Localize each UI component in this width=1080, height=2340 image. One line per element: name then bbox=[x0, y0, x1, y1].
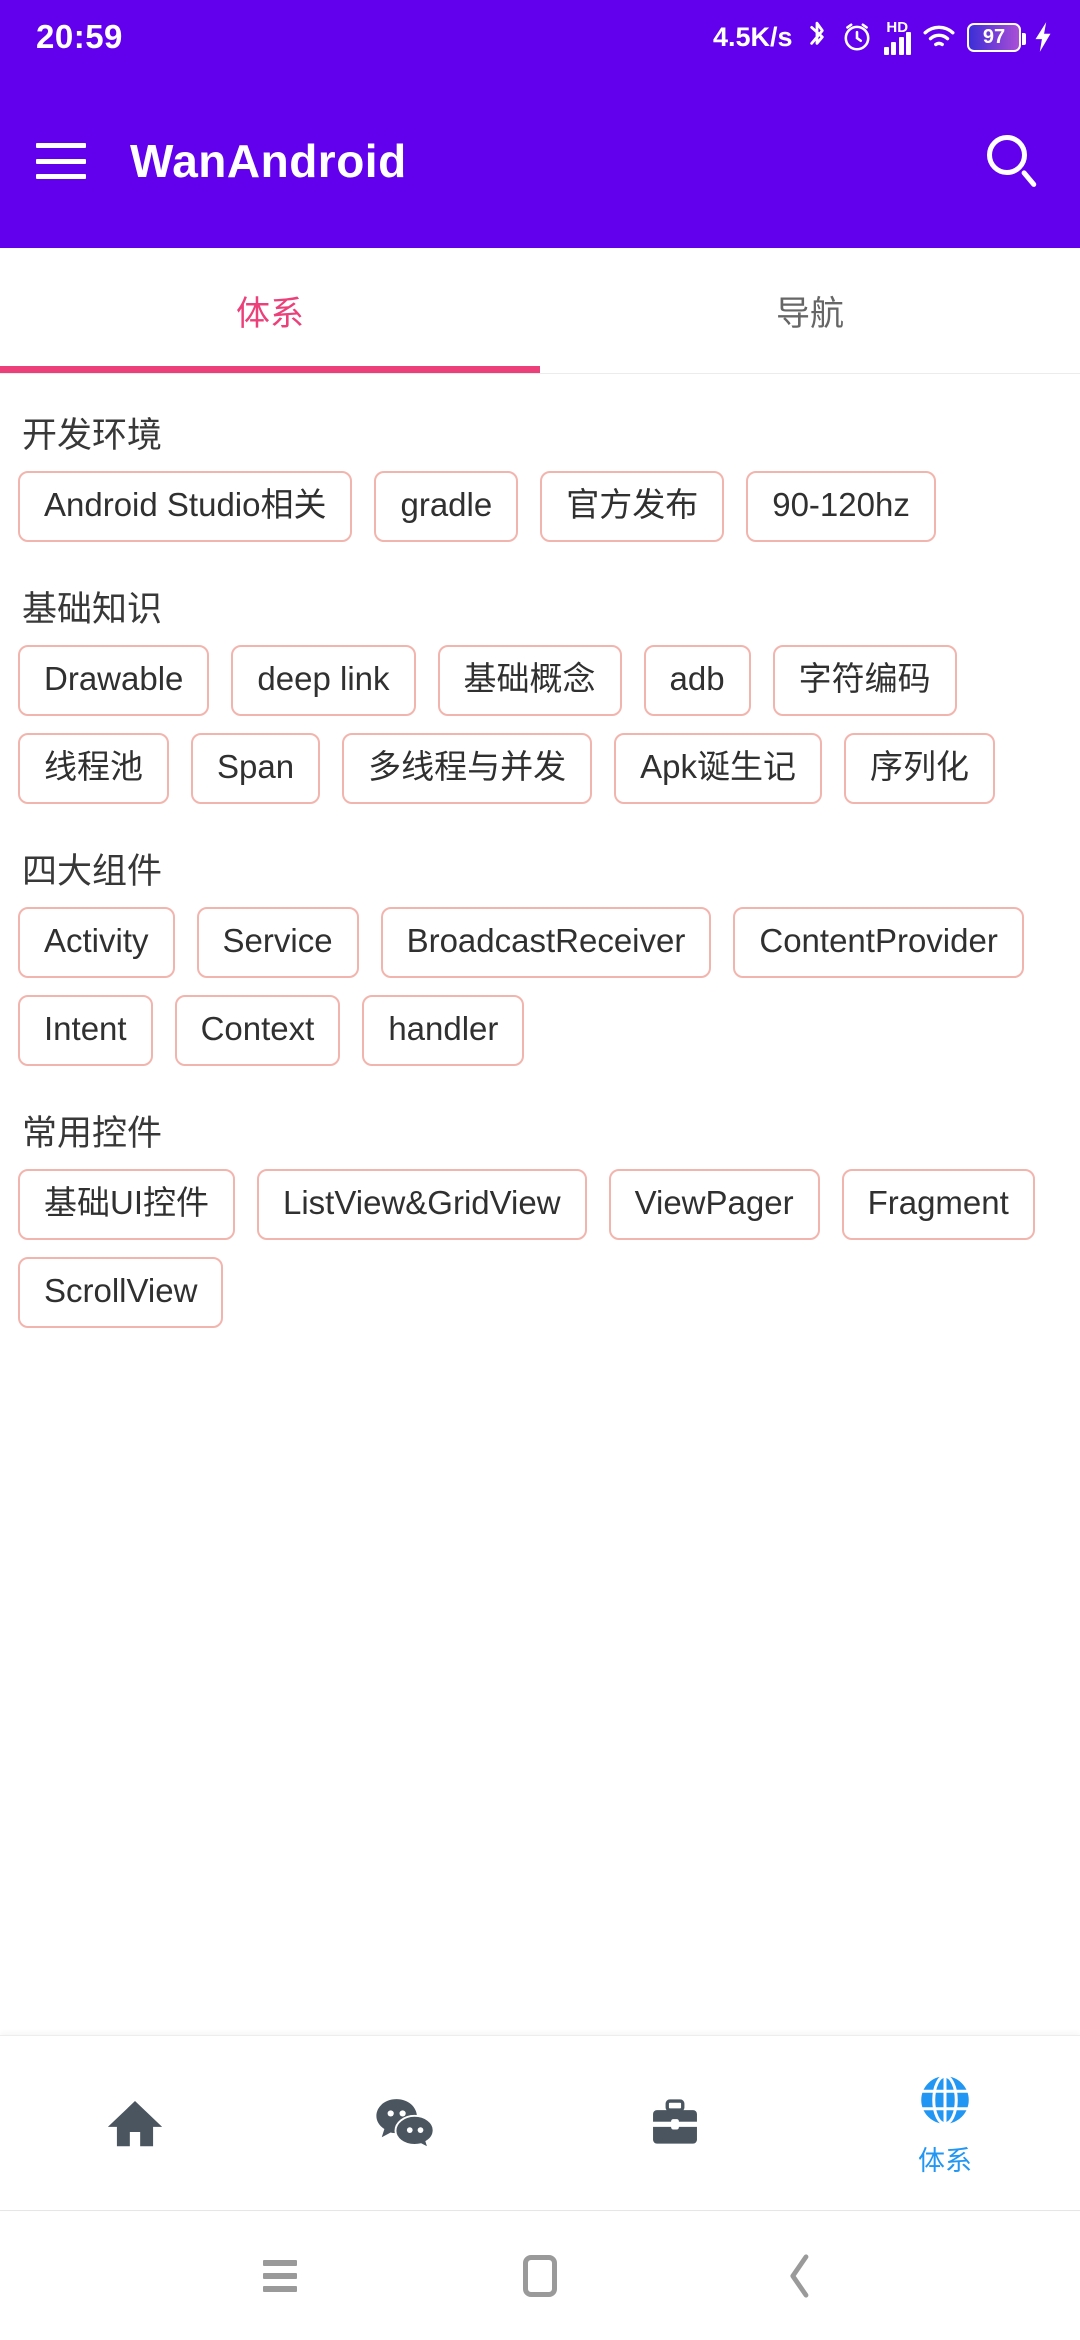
chip-item[interactable]: ScrollView bbox=[18, 1257, 223, 1328]
chip-group: 基础UI控件 ListView&GridView ViewPager Fragm… bbox=[18, 1169, 1062, 1328]
chip-item[interactable]: Drawable bbox=[18, 645, 209, 716]
globe-icon bbox=[914, 2069, 976, 2131]
tab-navigation[interactable]: 导航 bbox=[540, 248, 1080, 373]
recents-icon[interactable] bbox=[250, 2246, 310, 2306]
chip-item[interactable]: Intent bbox=[18, 995, 153, 1066]
chip-item[interactable]: 序列化 bbox=[844, 733, 995, 804]
chip-item[interactable]: Span bbox=[191, 733, 320, 804]
network-speed-text: 4.5K/s bbox=[713, 22, 793, 53]
nav-item-chat[interactable] bbox=[270, 2092, 540, 2154]
nav-item-label: 体系 bbox=[918, 2139, 972, 2178]
app-bar: WanAndroid bbox=[0, 74, 1080, 248]
page-title: WanAndroid bbox=[130, 134, 407, 188]
content-scroll-area[interactable]: 开发环境 Android Studio相关 gradle 官方发布 90-120… bbox=[0, 374, 1080, 2035]
chip-item[interactable]: ListView&GridView bbox=[257, 1169, 587, 1240]
hd-signal-icon: HD bbox=[884, 20, 912, 55]
chip-item[interactable]: gradle bbox=[374, 471, 518, 542]
chip-item[interactable]: 线程池 bbox=[18, 733, 169, 804]
chip-item[interactable]: Service bbox=[197, 907, 359, 978]
system-navigation-bar bbox=[0, 2210, 1080, 2340]
chip-item[interactable]: Android Studio相关 bbox=[18, 471, 352, 542]
chat-bubbles-icon bbox=[374, 2092, 436, 2154]
nav-item-system[interactable]: 体系 bbox=[810, 2069, 1080, 2178]
chip-item[interactable]: Context bbox=[175, 995, 341, 1066]
chip-item[interactable]: Activity bbox=[18, 907, 175, 978]
tab-system[interactable]: 体系 bbox=[0, 248, 540, 373]
nav-item-home[interactable] bbox=[0, 2092, 270, 2154]
bottom-navigation-bar: 体系 bbox=[0, 2035, 1080, 2210]
chip-item[interactable]: handler bbox=[362, 995, 524, 1066]
home-square-icon[interactable] bbox=[510, 2246, 570, 2306]
status-time: 20:59 bbox=[36, 18, 123, 56]
briefcase-icon bbox=[644, 2092, 706, 2154]
charging-bolt-icon bbox=[1032, 21, 1054, 53]
section-dev-environment: 开发环境 Android Studio相关 gradle 官方发布 90-120… bbox=[18, 374, 1062, 542]
alarm-icon bbox=[841, 21, 873, 53]
tab-bar: 体系 导航 bbox=[0, 248, 1080, 374]
bluetooth-icon bbox=[804, 21, 830, 53]
chip-item[interactable]: 字符编码 bbox=[773, 645, 957, 716]
chip-item[interactable]: deep link bbox=[231, 645, 415, 716]
section-basic-knowledge: 基础知识 Drawable deep link 基础概念 adb 字符编码 线程… bbox=[18, 548, 1062, 804]
signal-bars bbox=[884, 33, 912, 55]
status-icons: 4.5K/s HD bbox=[713, 20, 1054, 55]
chip-item[interactable]: 基础概念 bbox=[438, 645, 622, 716]
chip-item[interactable]: Fragment bbox=[842, 1169, 1035, 1240]
chip-group: Activity Service BroadcastReceiver Conte… bbox=[18, 907, 1062, 1066]
chip-item[interactable]: BroadcastReceiver bbox=[381, 907, 712, 978]
nav-item-projects[interactable] bbox=[540, 2092, 810, 2154]
chip-item[interactable]: 官方发布 bbox=[540, 471, 724, 542]
chip-item[interactable]: 基础UI控件 bbox=[18, 1169, 235, 1240]
section-four-components: 四大组件 Activity Service BroadcastReceiver … bbox=[18, 810, 1062, 1066]
search-icon[interactable] bbox=[984, 133, 1040, 189]
chip-item[interactable]: ViewPager bbox=[609, 1169, 820, 1240]
chip-item[interactable]: Apk诞生记 bbox=[614, 733, 822, 804]
home-icon bbox=[104, 2092, 166, 2154]
section-title: 常用控件 bbox=[22, 1113, 1062, 1155]
hamburger-menu-icon[interactable] bbox=[36, 143, 86, 179]
chip-group: Drawable deep link 基础概念 adb 字符编码 线程池 Spa… bbox=[18, 645, 1062, 804]
phone-screen: 20:59 4.5K/s HD bbox=[0, 0, 1080, 2340]
chip-group: Android Studio相关 gradle 官方发布 90-120hz bbox=[18, 471, 1062, 542]
status-bar: 20:59 4.5K/s HD bbox=[0, 0, 1080, 74]
chip-item[interactable]: ContentProvider bbox=[733, 907, 1023, 978]
back-chevron-icon[interactable] bbox=[770, 2246, 830, 2306]
chip-item[interactable]: 90-120hz bbox=[746, 471, 936, 542]
section-title: 四大组件 bbox=[22, 851, 1062, 893]
section-title: 开发环境 bbox=[22, 415, 1062, 457]
wifi-icon bbox=[922, 23, 956, 51]
battery-icon: 97 bbox=[967, 23, 1021, 52]
section-common-widgets: 常用控件 基础UI控件 ListView&GridView ViewPager … bbox=[18, 1072, 1062, 1328]
chip-item[interactable]: adb bbox=[644, 645, 751, 716]
battery-level: 97 bbox=[983, 27, 1005, 47]
chip-item[interactable]: 多线程与并发 bbox=[342, 733, 592, 804]
section-title: 基础知识 bbox=[22, 589, 1062, 631]
